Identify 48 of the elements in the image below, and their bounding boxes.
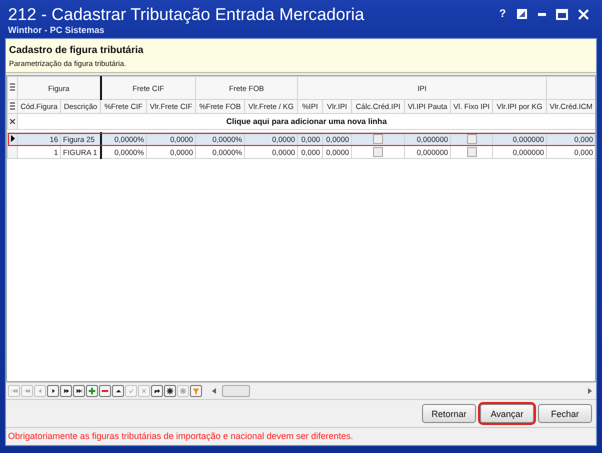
double-left-icon <box>23 387 31 395</box>
current-row-icon <box>10 134 14 142</box>
close-icon[interactable] <box>578 8 589 20</box>
window-subtitle: Winthor - PC Sistemas <box>8 25 106 36</box>
skip-first-icon <box>10 387 18 395</box>
filter-button[interactable] <box>190 385 202 397</box>
double-right-icon <box>62 387 70 395</box>
redo-arrow-icon <box>153 387 161 395</box>
maximize-icon[interactable] <box>556 8 568 20</box>
bookmark-button[interactable] <box>164 385 176 397</box>
edit-button[interactable] <box>112 385 124 397</box>
scroll-right-icon[interactable] <box>588 388 592 394</box>
help-button[interactable]: ? <box>499 8 506 20</box>
delete-button[interactable] <box>99 385 111 397</box>
scroll-left-icon[interactable] <box>212 388 216 394</box>
asterisk-icon <box>166 387 174 395</box>
dialog-button[interactable]: Fechar <box>538 404 592 423</box>
next-page-button[interactable] <box>60 385 72 397</box>
last-button[interactable] <box>73 385 85 397</box>
dialog-button[interactable]: Avançar <box>480 404 534 423</box>
dialog-button[interactable]: Retornar <box>422 404 476 423</box>
filter-icon <box>192 387 200 395</box>
minus-icon <box>101 387 109 395</box>
left-triangle-icon <box>36 387 44 395</box>
column-chooser-icon[interactable] <box>10 83 15 91</box>
column-chooser-icon[interactable] <box>10 102 15 110</box>
minimize-icon[interactable] <box>538 12 546 16</box>
new-row-icon <box>10 119 15 124</box>
plus-icon <box>88 387 96 395</box>
error-message: Obrigatoriamente as figuras tributárias de importação e nacional devem ser diferentes. <box>6 427 596 445</box>
next-button[interactable] <box>47 385 59 397</box>
asterisk-icon <box>179 387 187 395</box>
restore-icon[interactable] <box>516 8 528 20</box>
section-title: Cadastro de figura tributária <box>9 45 144 56</box>
scroll-thumb[interactable] <box>222 385 250 397</box>
skip-last-icon <box>75 387 83 395</box>
checkmark-icon <box>127 387 135 395</box>
x-icon <box>140 387 148 395</box>
up-triangle-icon <box>114 387 122 395</box>
refresh-button[interactable] <box>151 385 163 397</box>
checkbox[interactable] <box>373 147 384 157</box>
checkbox[interactable] <box>466 147 477 157</box>
checkbox[interactable] <box>466 134 477 144</box>
right-triangle-icon <box>49 387 57 395</box>
window-title: 212 - Cadastrar Tributação Entrada Mercadoria <box>8 5 364 25</box>
add-row-link[interactable]: Clique aqui para adicionar uma nova linha <box>226 117 387 126</box>
checkbox[interactable] <box>373 134 384 144</box>
insert-button[interactable] <box>86 385 98 397</box>
